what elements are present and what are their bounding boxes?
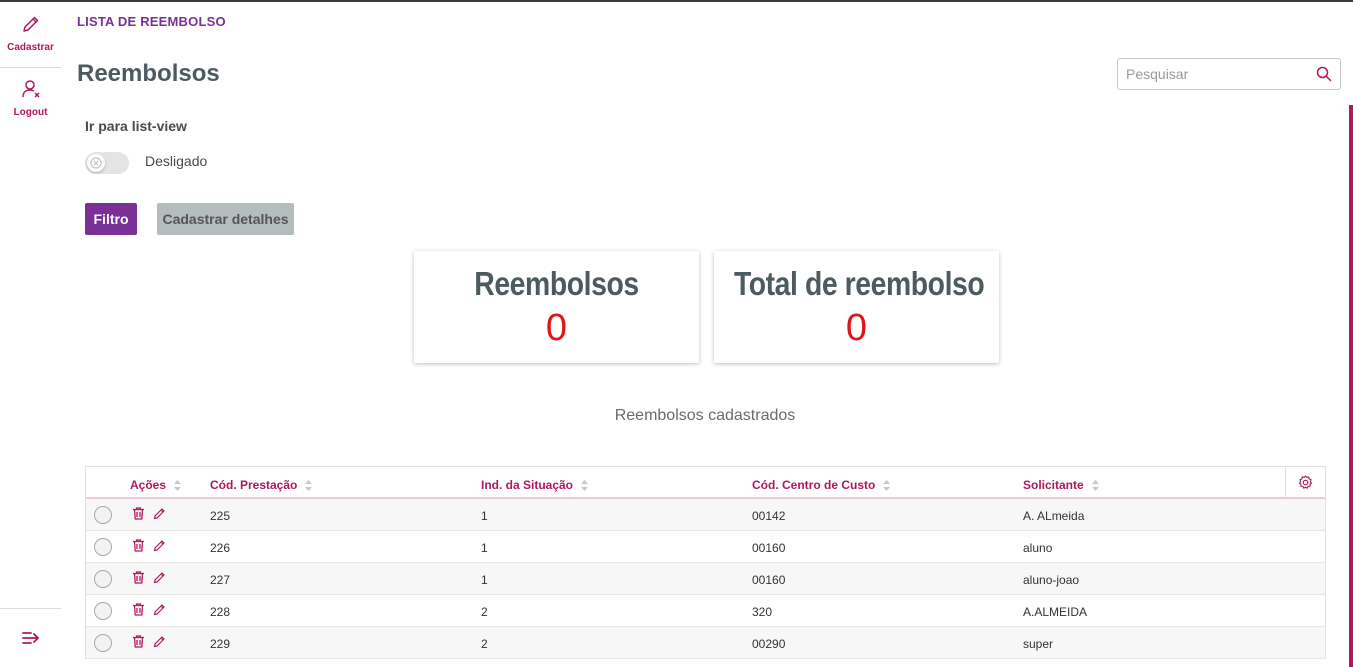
column-header-acoes[interactable]: Ações	[130, 478, 182, 492]
cell-cod-prestacao: 226	[210, 541, 231, 555]
card-title: Total de reembolso	[733, 265, 985, 302]
cell-centro-custo: 00160	[752, 573, 786, 587]
trash-icon[interactable]	[132, 539, 145, 552]
pencil-icon	[22, 16, 38, 32]
data-table: Ações Cód. Prestação Ind. da Situação Có…	[85, 466, 1326, 659]
toggle-knob	[87, 154, 105, 172]
cell-solicitante: aluno-joao	[1023, 573, 1080, 587]
close-icon	[90, 157, 102, 169]
sort-icon[interactable]	[1091, 480, 1099, 492]
column-label: Ind. da Situação	[481, 478, 574, 492]
gear-icon[interactable]	[1298, 475, 1313, 490]
cell-ind-situacao: 1	[481, 541, 488, 555]
cell-centro-custo: 320	[752, 605, 773, 619]
cell-solicitante: super	[1023, 637, 1054, 651]
cell-cod-prestacao: 228	[210, 605, 231, 619]
table-body: 225 1 00142 A. ALmeida 226 1 00160 aluno…	[86, 499, 1325, 659]
cell-cod-prestacao: 225	[210, 509, 231, 523]
trash-icon[interactable]	[132, 571, 145, 584]
table-row: 227 1 00160 aluno-joao	[86, 563, 1325, 595]
cell-solicitante: A.ALMEIDA	[1023, 605, 1088, 619]
summary-card-total: Total de reembolso 0	[714, 251, 999, 363]
scrollbar[interactable]	[1349, 105, 1353, 667]
collapse-menu-button[interactable]	[0, 629, 61, 652]
register-details-button[interactable]: Cadastrar detalhes	[157, 203, 294, 235]
column-header-centro-custo[interactable]: Cód. Centro de Custo	[752, 478, 891, 492]
cell-centro-custo: 00290	[752, 637, 786, 651]
row-select-radio[interactable]	[94, 602, 112, 620]
cell-ind-situacao: 2	[481, 637, 488, 651]
top-border	[0, 0, 1353, 2]
summary-card-reembolsos: Reembolsos 0	[414, 251, 699, 363]
table-caption: Reembolsos cadastrados	[614, 407, 796, 424]
sidebar: Cadastrar Logout	[0, 2, 61, 667]
trash-icon[interactable]	[132, 635, 145, 648]
row-select-radio[interactable]	[94, 506, 112, 524]
sidebar-divider	[0, 67, 61, 68]
sort-icon[interactable]	[174, 480, 182, 492]
cell-cod-prestacao: 227	[210, 573, 231, 587]
card-value: 0	[545, 307, 568, 349]
cell-centro-custo: 00160	[752, 541, 786, 555]
user-logout-icon	[21, 80, 40, 98]
cell-solicitante: aluno	[1023, 541, 1053, 555]
column-header-cod-prestacao[interactable]: Cód. Prestação	[210, 478, 313, 492]
sidebar-divider	[0, 608, 61, 609]
column-label: Solicitante	[1023, 478, 1084, 492]
table-header: Ações Cód. Prestação Ind. da Situação Có…	[86, 467, 1325, 499]
sidebar-item-cadastrar[interactable]: Cadastrar	[0, 14, 61, 53]
cell-ind-situacao: 2	[481, 605, 488, 619]
column-label: Ações	[130, 478, 167, 492]
breadcrumb: LISTA DE REEMBOLSO	[77, 14, 226, 29]
search-input[interactable]	[1118, 59, 1308, 89]
column-header-ind-situacao[interactable]: Ind. da Situação	[481, 478, 589, 492]
table-row: 226 1 00160 aluno	[86, 531, 1325, 563]
column-settings	[1285, 467, 1326, 497]
toggle-state-label: Desligado	[145, 153, 208, 169]
card-value: 0	[845, 307, 868, 349]
search-icon[interactable]	[1316, 66, 1332, 82]
column-label: Cód. Centro de Custo	[752, 478, 876, 492]
trash-icon[interactable]	[132, 507, 145, 520]
page-title: Reembolsos	[77, 60, 220, 87]
column-header-solicitante[interactable]: Solicitante	[1023, 478, 1099, 492]
trash-icon[interactable]	[132, 603, 145, 616]
pencil-icon[interactable]	[153, 507, 166, 520]
card-title: Reembolsos	[474, 265, 639, 302]
table-row: 225 1 00142 A. ALmeida	[86, 499, 1325, 531]
sort-icon[interactable]	[305, 480, 313, 492]
filter-button[interactable]: Filtro	[85, 203, 137, 235]
sidebar-item-logout[interactable]: Logout	[0, 79, 61, 118]
cell-ind-situacao: 1	[481, 573, 488, 587]
row-select-radio[interactable]	[94, 634, 112, 652]
pencil-icon[interactable]	[153, 571, 166, 584]
sort-icon[interactable]	[883, 480, 891, 492]
column-label: Cód. Prestação	[210, 478, 298, 492]
table-row: 229 2 00290 super	[86, 627, 1325, 659]
sort-icon[interactable]	[581, 480, 589, 492]
cell-ind-situacao: 1	[481, 509, 488, 523]
cell-solicitante: A. ALmeida	[1023, 509, 1085, 523]
row-select-radio[interactable]	[94, 538, 112, 556]
search-box	[1117, 58, 1341, 90]
collapse-menu-icon	[21, 632, 39, 644]
pencil-icon[interactable]	[153, 603, 166, 616]
pencil-icon[interactable]	[153, 539, 166, 552]
row-select-radio[interactable]	[94, 570, 112, 588]
listview-label: Ir para list-view	[85, 118, 187, 134]
table-row: 228 2 320 A.ALMEIDA	[86, 595, 1325, 627]
pencil-icon[interactable]	[153, 635, 166, 648]
cell-cod-prestacao: 229	[210, 637, 231, 651]
sidebar-item-label: Logout	[13, 107, 48, 118]
cell-centro-custo: 00142	[752, 509, 786, 523]
sidebar-item-label: Cadastrar	[7, 42, 54, 53]
listview-toggle[interactable]	[85, 152, 129, 174]
